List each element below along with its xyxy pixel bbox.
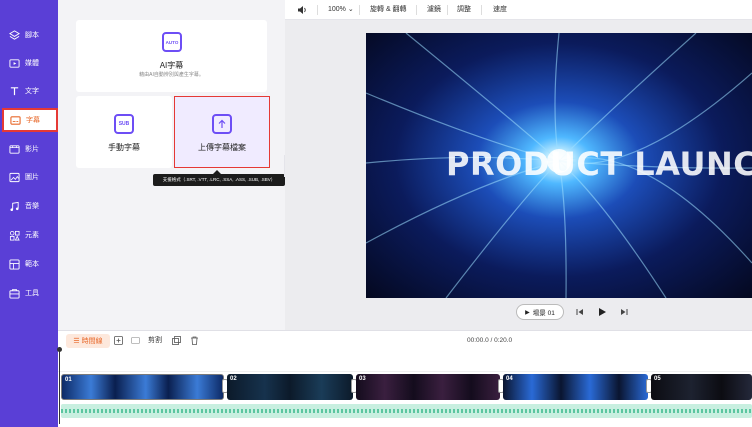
toolbar-divider <box>359 5 360 15</box>
toolbar-divider <box>447 5 448 15</box>
manual-subtitle-card[interactable]: SUB 手動字幕 <box>76 96 172 168</box>
timeline-toolbar: ☰ 時間線 剪割 00:00.0 / 0:20.0 <box>58 330 752 350</box>
toolbar-divider <box>416 5 417 15</box>
split-button[interactable]: 剪割 <box>148 331 162 351</box>
duplicate-icon[interactable] <box>171 335 181 345</box>
template-icon <box>8 258 20 270</box>
sidebar-item-video[interactable]: 影片 <box>4 138 56 160</box>
rotate-flip-button[interactable]: 旋轉 & 翻轉 <box>370 0 407 20</box>
ai-subtitle-title: AI字幕 <box>159 61 184 70</box>
timeline-toggle-button[interactable]: ☰ 時間線 <box>66 334 110 348</box>
scene-play-button[interactable]: ▶ 場景 01 <box>516 304 564 320</box>
sidebar-item-label: 媒體 <box>25 60 39 67</box>
image-icon <box>8 171 20 183</box>
video-preview[interactable]: PRODUCT LAUNCH <box>366 33 752 298</box>
sidebar-item-tools[interactable]: 工具 <box>4 282 56 304</box>
sidebar-item-label: 元素 <box>25 232 39 239</box>
media-icon <box>8 57 20 69</box>
sidebar-item-text[interactable]: 文字 <box>4 80 56 102</box>
clip-04[interactable]: 04 <box>503 374 648 400</box>
toolbar-divider <box>317 5 318 15</box>
next-icon[interactable] <box>618 304 630 320</box>
timeline-tracks: 01 02 03 04 05 <box>57 347 752 427</box>
elements-icon <box>8 229 20 241</box>
sidebar-item-subtitle[interactable]: 字幕 <box>2 108 58 132</box>
sidebar-item-script[interactable]: 腳本 <box>4 24 56 46</box>
tools-icon <box>8 287 20 299</box>
add-clip-icon[interactable] <box>113 335 123 345</box>
clip-05[interactable]: 05 <box>651 374 752 400</box>
timeline-ruler[interactable] <box>58 350 752 372</box>
sidebar-item-media[interactable]: 媒體 <box>4 52 56 74</box>
upload-arrow-icon <box>212 114 232 134</box>
sidebar-item-label: 範本 <box>25 261 39 268</box>
upload-subtitle-card[interactable]: 上傳字幕檔案 <box>174 96 270 168</box>
filters-button[interactable]: 濾鏡 <box>427 0 441 20</box>
clip-01[interactable]: 01 <box>61 374 224 400</box>
manual-subtitle-title: 手動字幕 <box>108 143 140 152</box>
play-icon[interactable] <box>596 304 608 320</box>
sidebar-item-label: 文字 <box>25 88 39 95</box>
music-icon <box>8 200 20 212</box>
playhead-handle[interactable] <box>57 347 62 352</box>
ai-subtitle-description: 藉由AI自動辨別與產生字幕。 <box>139 72 204 78</box>
speed-button[interactable]: 速度 <box>493 0 507 20</box>
sidebar-item-label: 音樂 <box>25 203 39 210</box>
playhead[interactable] <box>57 347 62 424</box>
sub-icon: SUB <box>114 114 134 134</box>
delete-icon[interactable] <box>189 335 199 345</box>
layers-icon <box>8 29 20 41</box>
sidebar-item-label: 影片 <box>25 146 39 153</box>
upload-subtitle-title: 上傳字幕檔案 <box>198 143 246 152</box>
adjust-button[interactable]: 調整 <box>457 0 471 20</box>
ai-subtitle-card[interactable]: AUTO AI字幕 藉由AI自動辨別與產生字幕。 <box>76 20 267 92</box>
sidebar-item-elements[interactable]: 元素 <box>4 224 56 246</box>
zoom-dropdown[interactable]: 100% ⌄ <box>328 0 354 20</box>
clip-03[interactable]: 03 <box>356 374 500 400</box>
volume-icon[interactable] <box>297 0 307 20</box>
sidebar-item-image[interactable]: 圖片 <box>4 166 56 188</box>
sidebar-item-label: 工具 <box>25 290 39 297</box>
chevron-down-icon: ⌄ <box>347 6 354 13</box>
audio-track[interactable] <box>61 404 752 418</box>
sidebar-item-label: 腳本 <box>25 32 39 39</box>
text-icon <box>8 85 20 97</box>
sidebar-item-template[interactable]: 範本 <box>4 253 56 275</box>
sidebar-item-label: 字幕 <box>26 117 40 124</box>
preview-toolbar: 100% ⌄ 旋轉 & 翻轉 濾鏡 調整 速度 <box>285 0 752 20</box>
caption-icon[interactable] <box>130 335 140 345</box>
auto-icon: AUTO <box>162 32 182 52</box>
timeline-icon: ☰ <box>73 338 80 345</box>
video-title-text: PRODUCT LAUNCH <box>446 145 752 183</box>
supported-formats-tooltip: 支援格式（.SRT, .VTT, .LRC, .SSA, .ASS, .SUB,… <box>153 174 285 186</box>
previous-icon[interactable] <box>574 304 586 320</box>
sidebar-item-label: 圖片 <box>25 174 39 181</box>
sidebar-item-music[interactable]: 音樂 <box>4 195 56 217</box>
sidebar: 腳本 媒體 文字 字幕 影片 圖片 音樂 元素 範本 工具 <box>0 0 58 427</box>
subtitle-icon <box>9 114 21 126</box>
audio-waveform <box>61 409 752 413</box>
clip-02[interactable]: 02 <box>227 374 353 400</box>
timecode: 00:00.0 / 0:20.0 <box>467 337 513 344</box>
toolbar-divider <box>481 5 482 15</box>
play-small-icon: ▶ <box>525 309 530 316</box>
video-icon <box>8 143 20 155</box>
subtitle-panel: AUTO AI字幕 藉由AI自動辨別與產生字幕。 SUB 手動字幕 上傳字幕檔案 <box>58 0 285 330</box>
